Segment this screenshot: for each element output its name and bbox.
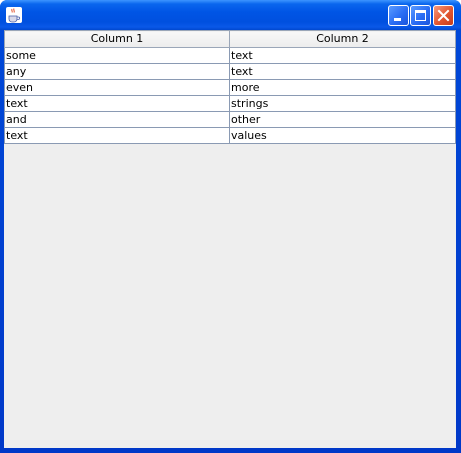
close-button[interactable] xyxy=(433,5,454,26)
maximize-button[interactable] xyxy=(410,5,431,26)
table-row[interactable]: and other xyxy=(4,111,456,128)
table-cell[interactable]: text xyxy=(229,63,456,80)
table-cell[interactable]: some xyxy=(4,47,230,64)
table-row[interactable]: text values xyxy=(4,127,456,144)
table-cell[interactable]: other xyxy=(229,111,456,128)
minimize-icon xyxy=(394,18,401,21)
table-header-row: Column 1 Column 2 xyxy=(4,30,456,48)
title-bar[interactable] xyxy=(0,0,461,30)
data-table[interactable]: Column 1 Column 2 some text any text eve… xyxy=(4,30,456,144)
close-icon xyxy=(437,9,450,22)
table-cell[interactable]: more xyxy=(229,79,456,96)
table-cell[interactable]: text xyxy=(4,95,230,112)
table-cell[interactable]: and xyxy=(4,111,230,128)
table-row[interactable]: even more xyxy=(4,79,456,96)
table-cell[interactable]: text xyxy=(229,47,456,64)
table-row[interactable]: some text xyxy=(4,47,456,64)
table-row[interactable]: text strings xyxy=(4,95,456,112)
table-cell[interactable]: even xyxy=(4,79,230,96)
app-window: Column 1 Column 2 some text any text eve… xyxy=(0,0,461,453)
table-cell[interactable]: values xyxy=(229,127,456,144)
minimize-button[interactable] xyxy=(388,5,409,26)
table-cell[interactable]: strings xyxy=(229,95,456,112)
table-cell[interactable]: any xyxy=(4,63,230,80)
table-cell[interactable]: text xyxy=(4,127,230,144)
column-header-2[interactable]: Column 2 xyxy=(229,30,456,48)
content-panel: Column 1 Column 2 some text any text eve… xyxy=(4,30,456,448)
java-cup-icon[interactable] xyxy=(6,7,22,23)
table-row[interactable]: any text xyxy=(4,63,456,80)
column-header-1[interactable]: Column 1 xyxy=(4,30,230,48)
maximize-icon xyxy=(415,10,426,21)
